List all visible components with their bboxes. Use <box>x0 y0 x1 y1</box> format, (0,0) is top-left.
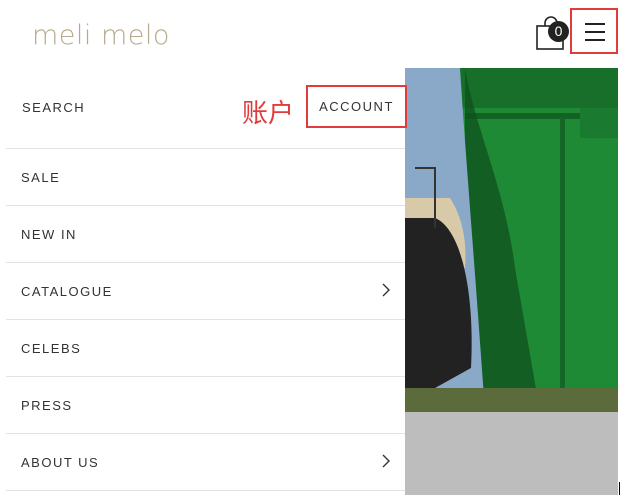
text-cursor <box>619 482 620 495</box>
hamburger-line <box>585 39 605 41</box>
account-link[interactable]: ACCOUNT <box>306 85 407 128</box>
site-header: meli melo 0 <box>0 0 623 68</box>
search-link[interactable]: SEARCH <box>22 100 85 115</box>
menu-item-sale[interactable]: SALE <box>6 149 405 205</box>
menu-item-label: ABOUT US <box>21 455 100 470</box>
menu-item-celebs[interactable]: CELEBS <box>6 320 405 376</box>
menu-item-label: NEW IN <box>21 227 77 242</box>
menu-item-about-us[interactable]: ABOUT US <box>6 434 405 490</box>
menu-item-catalogue[interactable]: CATALOGUE <box>6 263 405 319</box>
menu-item-label: SALE <box>21 170 61 185</box>
divider <box>6 490 405 491</box>
menu-item-label: CATALOGUE <box>21 284 113 299</box>
hero-photo <box>405 68 618 412</box>
hero-image-lower <box>405 412 618 495</box>
chevron-right-icon <box>382 454 390 468</box>
hero-image <box>405 68 618 412</box>
hamburger-menu-icon <box>585 23 605 25</box>
menu-item-new-in[interactable]: NEW IN <box>6 206 405 262</box>
cart-count-badge: 0 <box>548 21 569 42</box>
hamburger-menu-button[interactable] <box>570 8 618 54</box>
menu-item-press[interactable]: PRESS <box>6 377 405 433</box>
brand-logo[interactable]: meli melo <box>32 20 170 51</box>
hamburger-line <box>585 31 605 33</box>
menu-item-label: CELEBS <box>21 341 82 356</box>
menu-item-label: PRESS <box>21 398 73 413</box>
annotation-label: 账户 <box>242 99 295 129</box>
chevron-right-icon <box>382 283 390 297</box>
